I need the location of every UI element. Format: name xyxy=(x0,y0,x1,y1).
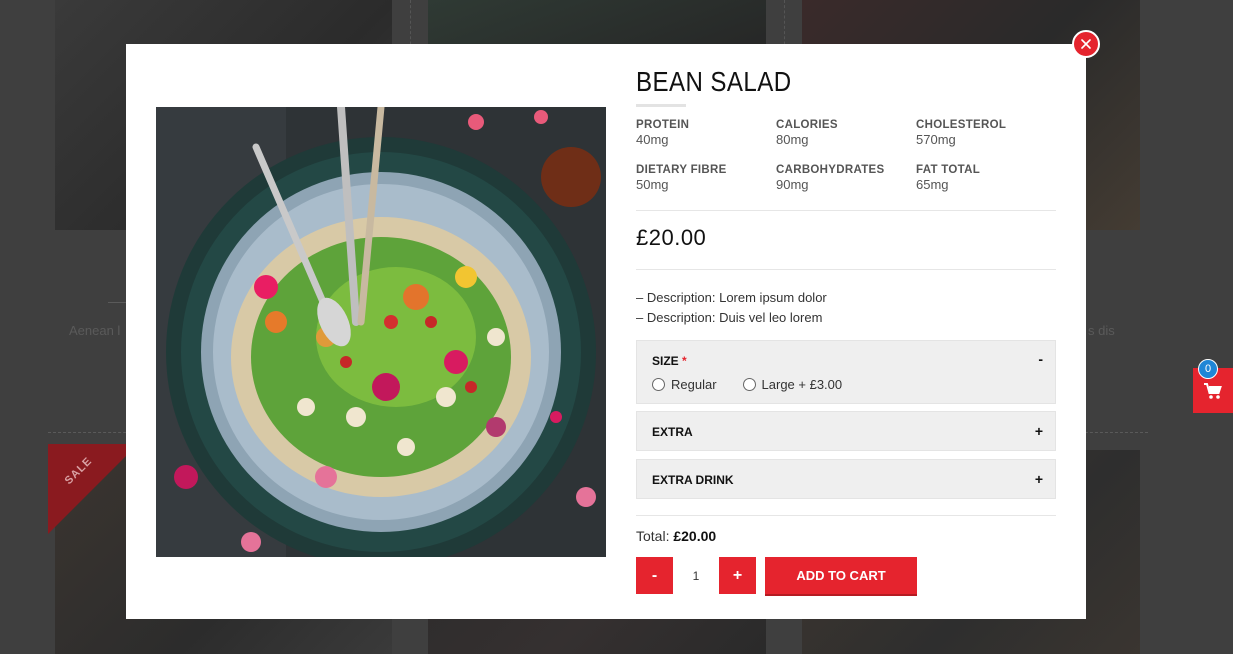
bg-product-text: s dis xyxy=(1088,323,1115,338)
product-image xyxy=(156,107,606,557)
product-title: BEAN SALAD xyxy=(636,66,792,97)
product-price: £20.00 xyxy=(636,225,707,250)
option-extra-drink-label: EXTRA DRINK xyxy=(652,473,734,487)
option-size-title: SIZE xyxy=(652,354,679,368)
nutrition-item: CHOLESTEROL 570mg xyxy=(916,119,1056,147)
option-size: SIZE * - Regular Large + £3.00 xyxy=(636,340,1056,404)
option-extra-drink[interactable]: EXTRA DRINK + xyxy=(636,459,1056,499)
nutrition-label: DIETARY FIBRE xyxy=(636,164,727,176)
nutrition-label: CHOLESTEROL xyxy=(916,119,1007,131)
bg-divider xyxy=(108,302,128,303)
nutrition-value: 50mg xyxy=(636,177,669,192)
bg-product-text: Aenean l xyxy=(69,323,121,338)
radio-regular-label: Regular xyxy=(671,377,717,392)
increase-quantity-button[interactable]: + xyxy=(719,557,756,594)
nutrition-item: DIETARY FIBRE 50mg xyxy=(636,164,776,192)
radio-large[interactable] xyxy=(742,378,756,391)
nutrition-value: 90mg xyxy=(776,177,809,192)
nutrition-value: 40mg xyxy=(636,132,669,147)
product-description: – Description: Lorem ipsum dolor – Descr… xyxy=(636,288,827,328)
nutrition-item: CARBOHYDRATES 90mg xyxy=(776,164,916,192)
nutrition-item: FAT TOTAL 65mg xyxy=(916,164,1056,192)
nutrition-label: CALORIES xyxy=(776,119,838,131)
nutrition-label: PROTEIN xyxy=(636,119,690,131)
nutrition-value: 80mg xyxy=(776,132,809,147)
option-extra-label: EXTRA xyxy=(652,425,693,439)
decrease-quantity-button[interactable]: - xyxy=(636,557,673,594)
radio-regular[interactable] xyxy=(652,378,665,391)
total-value: £20.00 xyxy=(673,528,717,544)
sale-ribbon xyxy=(48,444,138,534)
product-quickview-modal: BEAN SALAD PROTEIN 40mg CALORIES 80mg CH… xyxy=(126,44,1086,619)
nutrition-item: PROTEIN 40mg xyxy=(636,119,776,147)
expand-toggle[interactable]: + xyxy=(1035,423,1043,439)
nutrition-label: CARBOHYDRATES xyxy=(776,164,885,176)
description-line: – Description: Lorem ipsum dolor xyxy=(636,290,827,305)
add-to-cart-button[interactable]: ADD TO CART xyxy=(765,557,917,594)
cart-count-badge: 0 xyxy=(1198,359,1218,379)
divider xyxy=(636,210,1056,211)
nutrition-value: 65mg xyxy=(916,177,949,192)
required-mark: * xyxy=(682,354,687,368)
nutrition-label: FAT TOTAL xyxy=(916,164,981,176)
nutrition-value: 570mg xyxy=(916,132,956,147)
total-label: Total: xyxy=(636,528,670,544)
close-icon xyxy=(1081,39,1091,49)
title-underline xyxy=(636,104,686,107)
nutrition-item: CALORIES 80mg xyxy=(776,119,916,147)
description-line: – Description: Duis vel leo lorem xyxy=(636,310,823,325)
size-choices: Regular Large + £3.00 xyxy=(652,377,842,392)
option-extra[interactable]: EXTRA + xyxy=(636,411,1056,451)
expand-toggle[interactable]: + xyxy=(1035,471,1043,487)
quantity-input[interactable]: 1 xyxy=(673,557,719,594)
collapse-toggle[interactable]: - xyxy=(1038,351,1043,367)
cart-icon xyxy=(1204,382,1222,399)
option-size-label[interactable]: SIZE * xyxy=(652,354,687,368)
divider xyxy=(636,269,1056,270)
radio-large-label: Large + £3.00 xyxy=(761,377,843,392)
divider xyxy=(636,515,1056,516)
order-total: Total: £20.00 xyxy=(636,528,716,544)
close-modal-button[interactable] xyxy=(1072,30,1100,58)
